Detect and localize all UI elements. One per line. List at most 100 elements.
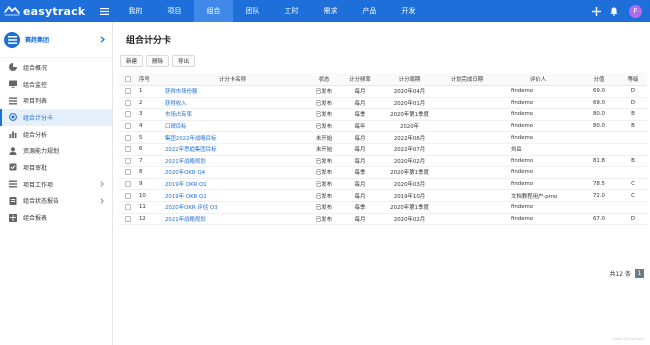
row-checkbox[interactable] (119, 134, 137, 141)
table-row[interactable]: 1 获得市场份额 已发布 每月 2020年04月 findemo 69.0 D (119, 86, 647, 98)
cell-frequency: 每年 (354, 124, 366, 131)
column-header-no[interactable]: 序号 (137, 75, 155, 83)
column-header-reviewer[interactable]: 评价人 (497, 75, 579, 83)
table-row[interactable]: 3 市场占有率 已发布 每季 2020年第1季度 findemo 80.0 B (119, 109, 647, 121)
row-checkbox[interactable] (119, 99, 137, 106)
cell-name-link[interactable]: 2019年 OKR Q1 (155, 180, 310, 188)
sidebar-item-workitems[interactable]: 项目工作项 (0, 176, 112, 193)
row-checkbox[interactable] (119, 181, 137, 188)
cell-score: 80.0 (592, 111, 605, 118)
row-checkbox[interactable] (119, 157, 137, 164)
page-number-button[interactable]: 1 (635, 269, 644, 278)
row-checkbox[interactable] (119, 111, 137, 118)
cell-score: 80.0 (592, 123, 605, 130)
table-row[interactable]: 4 口碑目标 已发布 每年 2020年 findemo 80.0 B (119, 121, 647, 133)
cell-name-link[interactable]: 2020年OKR 评估 Q3 (155, 203, 310, 211)
delete-button[interactable]: 删除 (146, 55, 170, 67)
cell-status: 未开始 (315, 135, 333, 142)
nav-portfolio[interactable]: 组合 (194, 0, 233, 22)
cell-name-link[interactable]: 市场占有率 (155, 110, 310, 118)
sidebar-item-project-list[interactable]: 项目列表 (0, 92, 112, 109)
column-header-name[interactable]: 计分卡名称 (155, 75, 310, 83)
cell-grade: D (630, 215, 636, 222)
cell-name-link[interactable]: 2020年OKR Q4 (155, 168, 310, 176)
cell-name-link[interactable]: 口碑目标 (155, 122, 310, 130)
avatar[interactable]: F (629, 4, 642, 18)
sidebar-item-label: 项目工作项 (23, 181, 54, 189)
cell-reviewer: findemo (511, 99, 534, 106)
nav-team[interactable]: 团队 (233, 0, 272, 22)
table-row[interactable]: 12 2021年战略规划 已发布 每月 2020年02月 findemo 67.0 D (119, 214, 647, 226)
cell-frequency: 每季 (354, 205, 366, 212)
chevron-right-icon[interactable] (96, 34, 108, 46)
cell-name-link[interactable]: 2021年战略规划 (155, 157, 310, 165)
cell-name-link[interactable]: 2019年 OKR Q2 (155, 192, 310, 200)
sidebar-item-approval[interactable]: 项目审批 (0, 159, 112, 176)
row-checkbox[interactable] (119, 146, 137, 153)
group-badge-icon (4, 31, 20, 48)
sidebar-item-resource-planning[interactable]: 资源能力规划 (0, 142, 112, 159)
table-header: 序号 计分卡名称 状态 计分频率 计分周期 计划完成日期 评价人 分值 等级 (119, 73, 647, 86)
nav-my[interactable]: 我的 (116, 0, 155, 22)
sidebar-item-monitor[interactable]: 组合监控 (0, 76, 112, 93)
table-row[interactable]: 11 2020年OKR 评估 Q3 已发布 每季 2020年第1季度 findemo (119, 202, 647, 214)
cell-name-link[interactable]: 2021年战略规划 (155, 215, 310, 223)
table-row[interactable]: 5 集团2022年战略目标 未开始 每月 2022年06月 findemo (119, 132, 647, 144)
table-row[interactable]: 10 2019年 OKR Q2 已发布 每月 2019年10月 文档教程用户-pmo 72.… (119, 190, 647, 202)
chevron-right-icon[interactable] (98, 197, 106, 206)
app-logo[interactable]: easytrack (0, 5, 92, 18)
cell-frequency: 每月 (354, 100, 366, 107)
sidebar-item-analysis[interactable]: 组合分析 (0, 126, 112, 143)
cell-grade: B (631, 123, 635, 130)
export-button[interactable]: 导出 (172, 55, 196, 67)
list-icon (8, 96, 17, 105)
nav-timesheet[interactable]: 工时 (272, 0, 311, 22)
column-header-score[interactable]: 分值 (579, 75, 619, 83)
column-header-planned-date[interactable]: 计划完成日期 (437, 75, 497, 83)
sidebar-item-label: 资源能力规划 (23, 148, 60, 156)
row-checkbox[interactable] (119, 123, 137, 130)
table-row[interactable]: 8 2020年OKR Q4 已发布 每季 2020年第1季度 findemo (119, 167, 647, 179)
row-checkbox[interactable] (119, 169, 137, 176)
scorecard-table: 序号 计分卡名称 状态 计分频率 计分周期 计划完成日期 评价人 分值 等级 1… (119, 73, 647, 226)
select-all-checkbox[interactable] (119, 76, 137, 82)
nav-development[interactable]: 开发 (389, 0, 428, 22)
cell-name-link[interactable]: 获得收入 (155, 99, 310, 107)
cell-name-link[interactable]: 集团2022年战略目标 (155, 134, 310, 142)
group-selector[interactable]: 赛趋集团 (0, 22, 112, 58)
nav-requirements[interactable]: 需求 (311, 0, 350, 22)
menu-toggle-icon[interactable] (94, 0, 114, 22)
table-row[interactable]: 2 获得收入 已发布 每月 2020年01月 findemo 69.0 D (119, 98, 647, 110)
cell-score: 81.8 (592, 157, 605, 164)
row-checkbox[interactable] (119, 88, 137, 95)
cell-no: 1 (139, 88, 143, 95)
row-checkbox[interactable] (119, 204, 137, 211)
sidebar-item-reports[interactable]: 组合报表 (0, 209, 112, 226)
table-row[interactable]: 7 2021年战略规划 已发布 每月 2020年02月 findemo 81.8 B (119, 156, 647, 168)
cell-reviewer: findemo (511, 215, 534, 222)
nav-products[interactable]: 产品 (350, 0, 389, 22)
chevron-right-icon[interactable] (98, 180, 106, 189)
sidebar-item-scorecard[interactable]: 组合计分卡 (0, 109, 112, 126)
table-row[interactable]: 6 2022年思趋集团目标 未开始 每月 2022年07月 刘岳 (119, 144, 647, 156)
row-checkbox[interactable] (119, 192, 137, 199)
column-header-grade[interactable]: 等级 (619, 75, 647, 83)
table-row[interactable]: 9 2019年 OKR Q1 已发布 每月 2020年03月 findemo 78.5 C (119, 179, 647, 191)
cell-frequency: 每月 (354, 216, 366, 223)
cell-no: 5 (139, 134, 143, 141)
column-header-period[interactable]: 计分周期 (382, 75, 437, 83)
plus-icon[interactable] (587, 0, 605, 22)
cell-name-link[interactable]: 获得市场份额 (155, 87, 310, 95)
sidebar-item-status-report[interactable]: 组合状态报告 (0, 193, 112, 210)
column-header-frequency[interactable]: 计分频率 (338, 75, 382, 83)
cell-period: 2020年02月 (393, 158, 426, 165)
cell-name-link[interactable]: 2022年思趋集团目标 (155, 145, 310, 153)
row-checkbox[interactable] (119, 215, 137, 222)
sidebar-item-overview[interactable]: 组合概况 (0, 59, 112, 76)
cell-status: 已发布 (315, 100, 333, 107)
toolbar: 新建 删除 导出 (120, 55, 198, 67)
column-header-status[interactable]: 状态 (310, 75, 338, 83)
bell-icon[interactable] (605, 0, 623, 22)
nav-projects[interactable]: 项目 (155, 0, 194, 22)
new-button[interactable]: 新建 (120, 55, 144, 67)
